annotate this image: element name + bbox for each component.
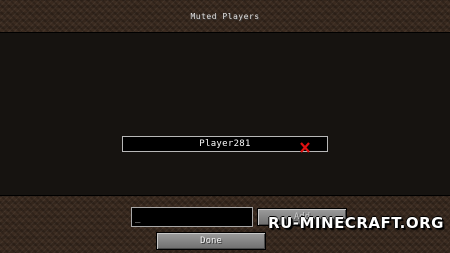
watermark-text: RU-MINECRAFT.ORG: [268, 214, 444, 232]
player-name: Player281: [199, 139, 251, 149]
player-name-input[interactable]: [131, 207, 253, 227]
screen-title: Muted Players: [190, 12, 260, 21]
muted-players-list: Player281: [0, 32, 450, 196]
done-button[interactable]: Done: [156, 232, 266, 250]
muted-player-row[interactable]: Player281: [122, 136, 328, 153]
remove-x-icon[interactable]: [300, 138, 310, 153]
